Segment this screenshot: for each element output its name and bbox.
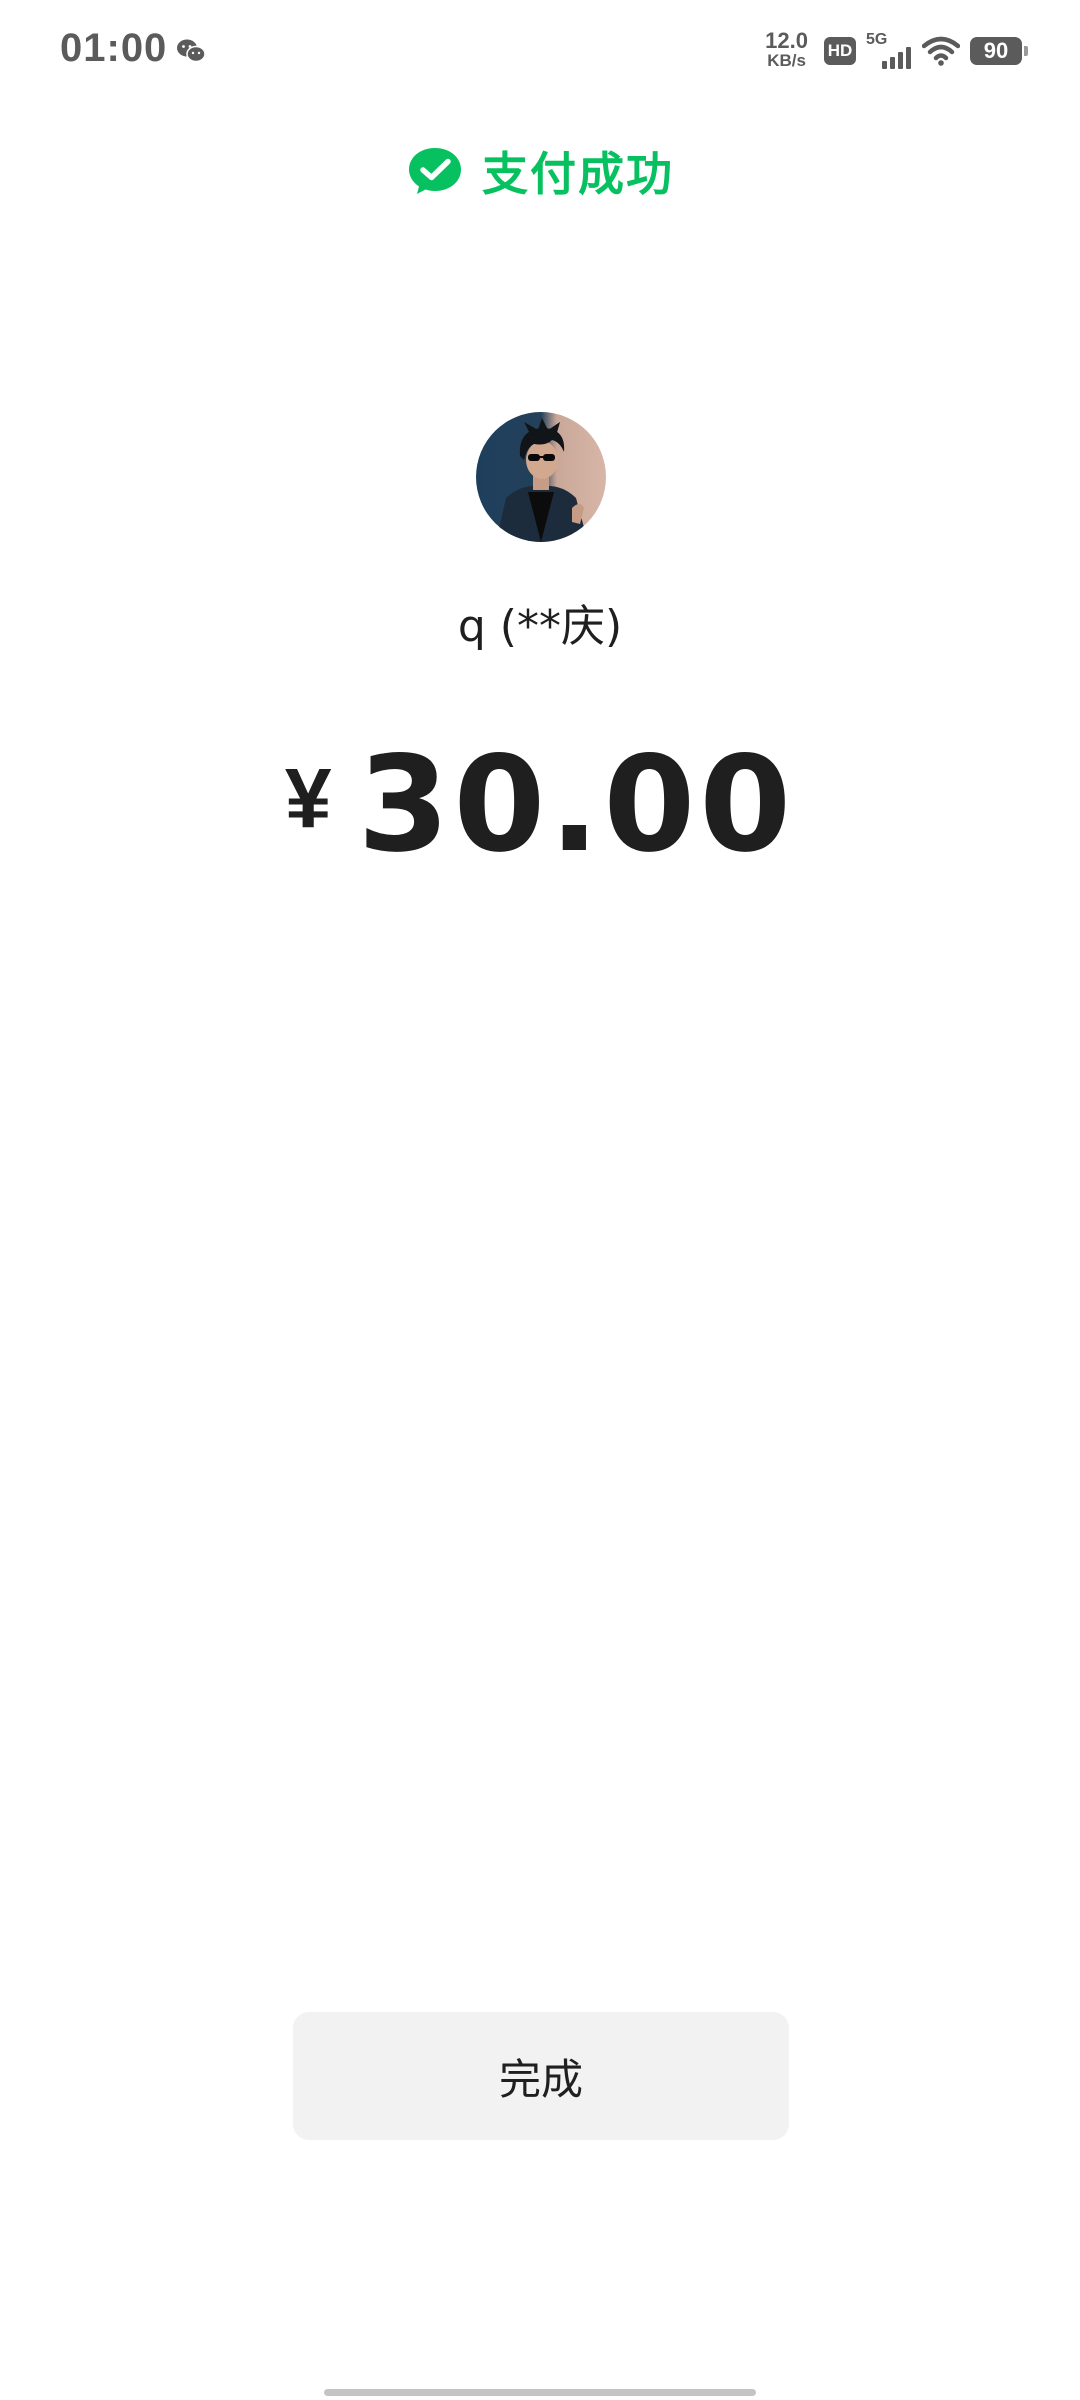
amount-value: 30.00 — [357, 728, 796, 882]
page-title: 支付成功 — [482, 147, 674, 201]
network-speed: 12.0 KB/s — [765, 28, 808, 71]
payment-amount: ¥ 30.00 — [0, 730, 1080, 880]
network-speed-value: 12.0 — [765, 28, 808, 53]
battery-icon: 90 — [970, 37, 1028, 65]
wifi-icon — [922, 36, 960, 66]
status-indicators: 12.0 KB/s HD 5G 90 — [765, 28, 1028, 74]
avatar-image — [476, 412, 606, 542]
payee-name: q (**庆) — [457, 601, 623, 652]
hd-badge: HD — [824, 37, 856, 65]
payment-result-header: 支付成功 — [0, 138, 1080, 204]
user-avatar — [476, 412, 606, 542]
signal-bars-icon — [882, 47, 911, 69]
wechat-icon — [177, 39, 206, 63]
cellular-signal-icon: 5G — [866, 31, 912, 71]
home-indicator[interactable] — [324, 2389, 756, 2396]
status-bar: 01:00 12.0 KB/s HD 5G 90 — [0, 0, 1080, 100]
network-speed-unit: KB/s — [767, 51, 806, 70]
currency-symbol: ¥ — [284, 751, 332, 845]
wechat-pay-success-icon — [409, 148, 461, 194]
done-button[interactable]: 完成 — [293, 2012, 789, 2140]
status-time: 01:00 — [60, 26, 168, 70]
